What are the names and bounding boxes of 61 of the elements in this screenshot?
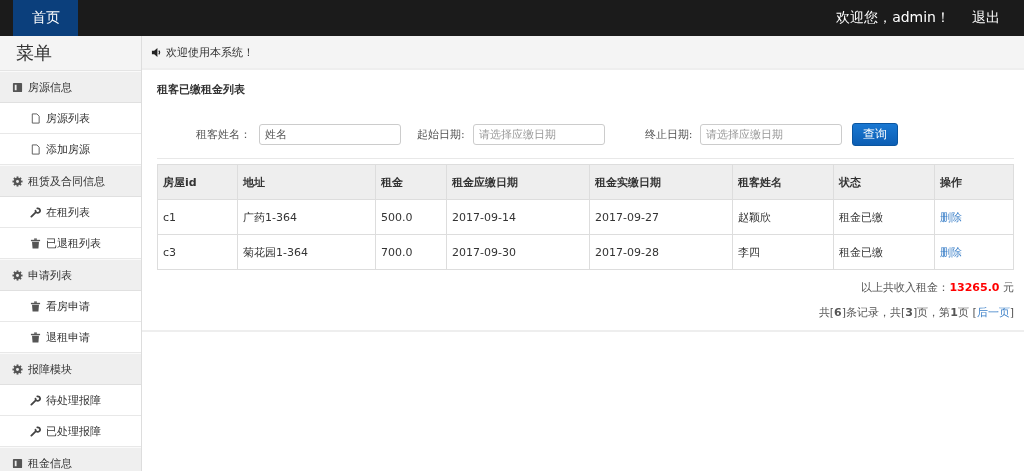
table-cell: 广药1-364: [237, 199, 376, 235]
book-icon: [12, 81, 23, 93]
menu-group[interactable]: 申请列表: [0, 259, 141, 291]
wrench-icon: [30, 394, 41, 406]
column-header: 状态: [833, 164, 935, 200]
filter-label: 起始日期:: [417, 127, 465, 142]
menu-group[interactable]: 租金信息: [0, 447, 141, 471]
pagination-text: 共[6]条记录，共[3]页，第1页 [后一页]: [818, 305, 1014, 320]
table-cell: 2017-09-28: [589, 234, 733, 270]
delete-link[interactable]: 删除: [940, 245, 962, 259]
file-icon: [30, 112, 41, 124]
column-header: 租客姓名: [732, 164, 834, 200]
table-cell: 李四: [732, 234, 834, 270]
wrench-icon: [30, 206, 41, 218]
gear-icon: [12, 269, 23, 281]
table-cell: 500.0: [375, 199, 447, 235]
table-cell: 2017-09-14: [446, 199, 590, 235]
filter-label: 租客姓名：: [196, 127, 251, 142]
trash-icon: [30, 237, 41, 249]
column-header: 租金应缴日期: [446, 164, 590, 200]
delete-link[interactable]: 删除: [940, 210, 962, 224]
search-button[interactable]: 查询: [852, 123, 899, 146]
greeting-text: 欢迎您，admin！: [836, 8, 950, 27]
menu-title: 菜单: [0, 36, 141, 71]
total-label: 以上共收入租金：: [861, 281, 950, 294]
filter-label: 终止日期:: [644, 127, 693, 142]
table-cell: c1: [157, 199, 238, 235]
book-icon: [12, 457, 23, 469]
table-cell: 租金已缴: [833, 234, 935, 270]
wrench-icon: [30, 425, 41, 437]
next-page-link[interactable]: 后一页: [976, 306, 1010, 319]
table-cell: 租金已缴: [833, 199, 935, 235]
logout-link[interactable]: 退出: [972, 0, 1000, 36]
home-tab[interactable]: 首页: [13, 0, 78, 36]
trash-icon: [30, 300, 41, 312]
date-field[interactable]: 请选择应缴日期: [472, 124, 605, 145]
column-header: 租金实缴日期: [589, 164, 733, 200]
gear-icon: [12, 363, 23, 375]
menu-group[interactable]: 租赁及合同信息: [0, 165, 141, 197]
table-cell: 700.0: [375, 234, 447, 270]
menu-group[interactable]: 房源信息: [0, 71, 141, 103]
column-header: 租金: [375, 164, 447, 200]
table-cell: 2017-09-30: [446, 234, 590, 270]
column-header: 地址: [237, 164, 376, 200]
welcome-notice: 欢迎使用本系统！: [166, 44, 254, 60]
table-cell: 2017-09-27: [589, 199, 733, 235]
name-field[interactable]: 姓名: [259, 124, 401, 145]
column-header: 操作: [934, 164, 1014, 200]
gear-icon: [12, 175, 23, 187]
panel-title: 租客已缴租金列表: [157, 82, 246, 97]
date-field[interactable]: 请选择应缴日期: [700, 124, 843, 145]
currency-unit: 元: [1002, 281, 1014, 294]
table-cell: 赵颖欣: [732, 199, 834, 235]
file-icon: [30, 143, 41, 155]
trash-icon: [30, 331, 41, 343]
menu-group[interactable]: 报障模块: [0, 353, 141, 385]
total-amount: 13265.0: [949, 281, 1000, 294]
table-cell: 菊花园1-364: [237, 234, 376, 270]
column-header: 房屋id: [157, 164, 238, 200]
table-cell: c3: [157, 234, 238, 270]
speaker-icon: [151, 46, 162, 58]
